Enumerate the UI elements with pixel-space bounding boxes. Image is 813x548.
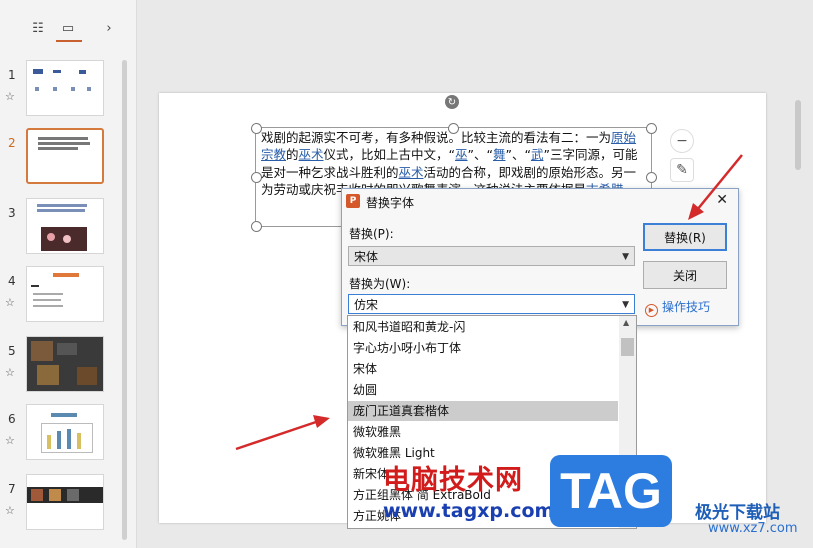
watermark-url: www.tagxp.com [383,500,555,522]
arrow-to-replace-button [688,154,743,220]
watermark-site-name: 极光下载站 [695,503,780,523]
arrow-to-font-option [235,415,330,451]
watermark-tag-logo: TAG [550,455,672,527]
watermark-site-url: www.xz7.com [708,521,798,536]
watermark-text: 电脑技术网 [383,465,523,496]
